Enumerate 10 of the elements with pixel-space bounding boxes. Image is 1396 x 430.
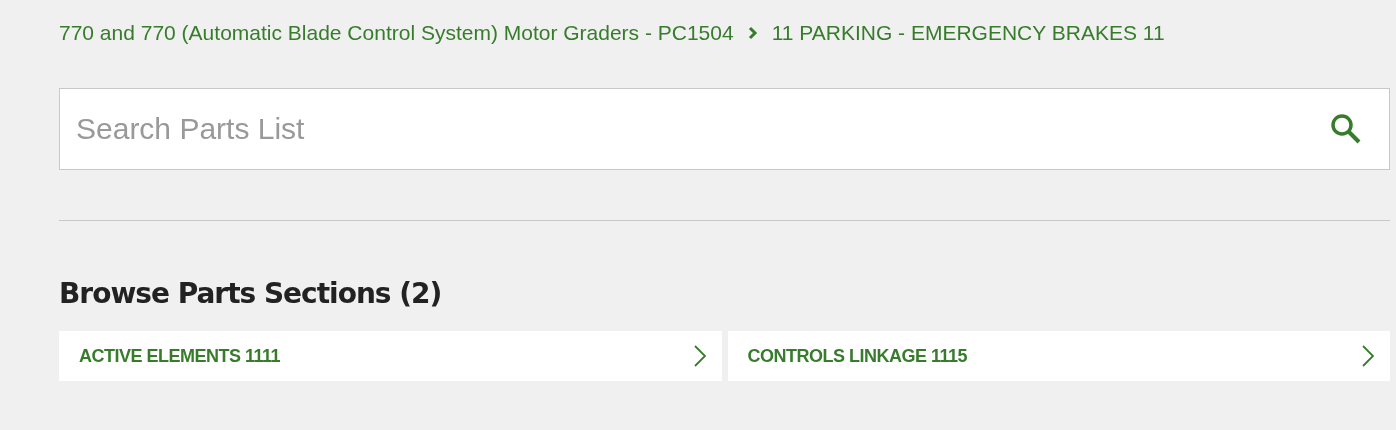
chevron-icon: [747, 26, 758, 40]
breadcrumb-link[interactable]: 11 PARKING - EMERGENCY BRAKES 11: [771, 17, 1165, 49]
section-heading: Browse Parts Sections (2): [59, 276, 443, 312]
chevron-icon: [1362, 345, 1374, 367]
search-icon[interactable]: [1330, 113, 1362, 145]
breadcrumb-link[interactable]: 770 and 770 (Automatic Blade Control System) Motor Graders - PC1504: [59, 17, 734, 49]
section-link[interactable]: CONTROLS LINKAGE 1115: [727, 331, 1390, 381]
search-field[interactable]: Search Parts List: [59, 88, 1390, 170]
section-link[interactable]: ACTIVE ELEMENTS 1111: [59, 331, 722, 381]
chevron-icon: [693, 345, 706, 367]
